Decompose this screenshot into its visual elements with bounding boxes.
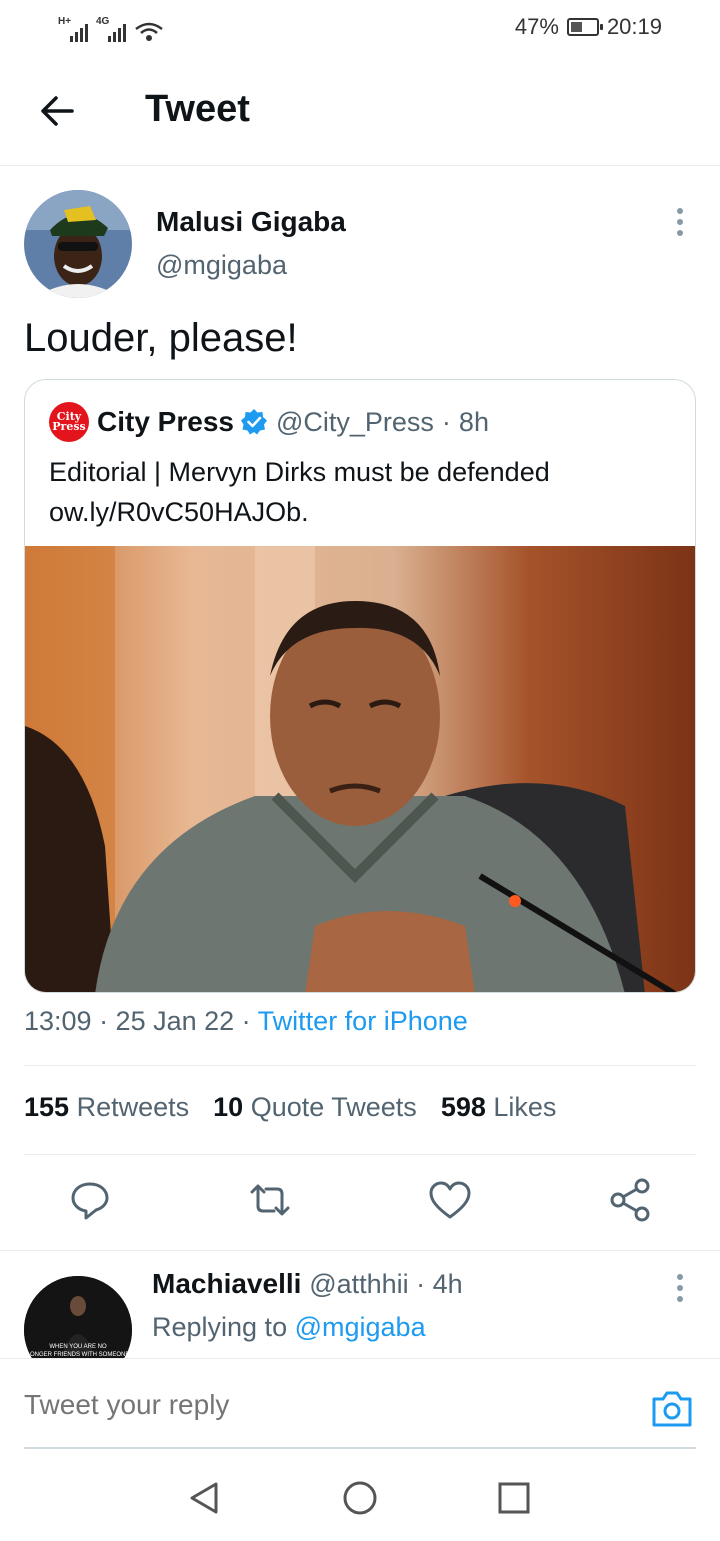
tweet-text: Louder, please! (24, 316, 298, 360)
quoted-text-line: Editorial | Mervyn Dirks must be defende… (49, 457, 550, 487)
tweet-action-bar (0, 1176, 720, 1228)
network-type-label: H+ (58, 16, 72, 27)
home-circle-icon[interactable] (342, 1480, 378, 1516)
system-nav-bar (0, 1450, 720, 1541)
retweet-icon[interactable] (246, 1176, 294, 1224)
replying-to: Replying to @mgigaba (152, 1312, 426, 1343)
quoted-tweet-header: City Press City Press @City_Press · 8h (49, 402, 489, 442)
svg-text:WHEN YOU ARE NO: WHEN YOU ARE NO (49, 1344, 107, 1350)
quoted-link[interactable]: ow.ly/R0vC50HAJOb. (49, 492, 679, 532)
back-triangle-icon[interactable] (186, 1480, 222, 1516)
tweet-stats: 155 Retweets 10 Quote Tweets 598 Likes (24, 1092, 556, 1123)
city-press-logo: City Press (49, 402, 89, 442)
page-title: Tweet (145, 88, 250, 130)
composer-underline (24, 1447, 696, 1449)
logo-text-bottom: Press (52, 420, 86, 433)
arrow-left-icon[interactable] (36, 90, 78, 132)
network-type-label: 4G (96, 16, 110, 27)
like-icon[interactable] (426, 1176, 474, 1224)
clock: 20:19 (606, 14, 662, 39)
quote-tweets-label: Quote Tweets (250, 1092, 417, 1122)
camera-icon[interactable] (650, 1389, 694, 1429)
reply-author[interactable]: Machiavelli @atthhii · 4h (152, 1268, 463, 1300)
quoted-author-handle: @City_Press (275, 406, 434, 437)
likes-label: Likes (493, 1092, 557, 1122)
wifi-icon (135, 22, 163, 41)
recents-square-icon[interactable] (496, 1480, 532, 1516)
author-avatar[interactable] (24, 190, 132, 298)
more-vertical-icon[interactable] (668, 1272, 692, 1304)
top-app-bar: Tweet (0, 56, 720, 166)
retweets-stat[interactable]: 155 Retweets (24, 1092, 189, 1123)
battery-percent: 47% (514, 14, 559, 39)
reply-author-name: Machiavelli (152, 1268, 302, 1299)
reply-avatar[interactable]: WHEN YOU ARE NO LONGER FRIENDS WITH SOME… (24, 1276, 132, 1358)
signal-strength-icon: 4G (96, 16, 126, 42)
tweet-timestamp: 13:09 · 25 Jan 22 · (24, 1006, 251, 1036)
quoted-tweet-photo[interactable] (25, 546, 695, 992)
quoted-author-name: City Press (97, 406, 234, 437)
replying-to-mention[interactable]: @mgigaba (295, 1312, 426, 1342)
tweet-meta: 13:09 · 25 Jan 22 · Twitter for iPhone (24, 1006, 468, 1037)
divider (24, 1154, 696, 1155)
signal-strength-icon: H+ (58, 16, 88, 42)
divider (0, 1250, 720, 1251)
reply-icon[interactable] (66, 1176, 114, 1224)
more-vertical-icon[interactable] (668, 206, 692, 238)
status-right: 47% 20:19 (515, 14, 662, 40)
status-left: H+ 4G (58, 12, 164, 42)
reply-preview[interactable]: WHEN YOU ARE NO LONGER FRIENDS WITH SOME… (0, 1252, 720, 1358)
tweet-source-link[interactable]: Twitter for iPhone (258, 1006, 468, 1036)
retweets-count: 155 (24, 1092, 70, 1122)
likes-count: 598 (440, 1092, 486, 1122)
reply-composer (0, 1358, 720, 1449)
author-name[interactable]: Malusi Gigaba (156, 206, 346, 238)
quoted-tweet-text: Editorial | Mervyn Dirks must be defende… (49, 452, 679, 532)
author-handle[interactable]: @mgigaba (156, 250, 287, 281)
battery-icon (566, 18, 603, 36)
replying-to-label: Replying to (152, 1312, 288, 1342)
reply-input[interactable] (24, 1389, 584, 1421)
status-bar: H+ 4G 47% 20:19 (0, 0, 720, 56)
quoted-tweet-card[interactable]: City Press City Press @City_Press · 8h E… (24, 379, 696, 993)
likes-stat[interactable]: 598 Likes (441, 1092, 557, 1123)
quote-tweets-stat[interactable]: 10 Quote Tweets (213, 1092, 417, 1123)
verified-badge-icon (240, 409, 267, 435)
share-icon[interactable] (606, 1176, 654, 1224)
quoted-tweet-time: 8h (458, 406, 489, 437)
divider (24, 1065, 696, 1066)
separator-dot: · (441, 406, 451, 437)
retweets-label: Retweets (76, 1092, 190, 1122)
reply-handle-time: @atthhii · 4h (309, 1269, 463, 1299)
quote-tweets-count: 10 (213, 1092, 244, 1122)
